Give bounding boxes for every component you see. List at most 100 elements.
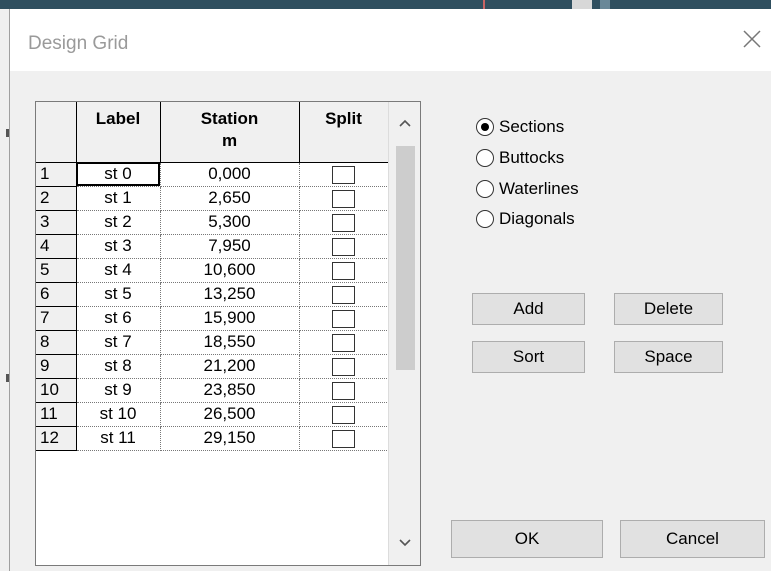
split-checkbox[interactable] xyxy=(332,429,355,448)
station-cell[interactable]: 26,500 xyxy=(160,402,300,427)
split-cell[interactable] xyxy=(299,282,389,307)
label-cell[interactable]: st 10 xyxy=(76,402,161,427)
radio-button[interactable] xyxy=(476,180,494,198)
label-cell[interactable]: st 6 xyxy=(76,306,161,331)
radio-button[interactable] xyxy=(476,149,494,167)
table-row[interactable]: 11st 10 26,500 xyxy=(36,402,389,427)
station-cell[interactable]: 7,950 xyxy=(160,234,300,259)
split-cell[interactable] xyxy=(299,402,389,427)
scroll-thumb[interactable] xyxy=(396,146,415,370)
row-number[interactable]: 10 xyxy=(36,378,77,403)
split-cell[interactable] xyxy=(299,162,389,187)
station-column-header[interactable]: Station m xyxy=(160,102,300,163)
row-number[interactable]: 7 xyxy=(36,306,77,331)
cancel-button[interactable]: Cancel xyxy=(620,520,765,558)
table-row[interactable]: 4st 3 7,950 xyxy=(36,234,389,259)
radio-label: Sections xyxy=(499,117,565,136)
split-cell[interactable] xyxy=(299,306,389,331)
split-checkbox[interactable] xyxy=(332,333,355,352)
row-number[interactable]: 2 xyxy=(36,186,77,211)
grid-header-row: Label Station m Split xyxy=(36,102,389,163)
sort-button[interactable]: Sort xyxy=(472,341,585,373)
split-checkbox[interactable] xyxy=(332,189,355,208)
radio-diagonals[interactable]: Diagonals xyxy=(476,207,575,231)
station-cell[interactable]: 5,300 xyxy=(160,210,300,235)
table-row[interactable]: 1st 0 0,000 xyxy=(36,162,389,187)
table-row[interactable]: 5st 4 10,600 xyxy=(36,258,389,283)
table-row[interactable]: 9st 8 21,200 xyxy=(36,354,389,379)
scroll-down-icon[interactable] xyxy=(397,536,413,548)
label-cell[interactable]: st 9 xyxy=(76,378,161,403)
split-cell[interactable] xyxy=(299,426,389,451)
split-header-text: Split xyxy=(325,109,362,128)
station-cell[interactable]: 29,150 xyxy=(160,426,300,451)
label-column-header[interactable]: Label xyxy=(76,102,161,163)
split-checkbox[interactable] xyxy=(332,381,355,400)
station-cell[interactable]: 15,900 xyxy=(160,306,300,331)
label-cell[interactable]: st 5 xyxy=(76,282,161,307)
split-cell[interactable] xyxy=(299,258,389,283)
row-number[interactable]: 9 xyxy=(36,354,77,379)
row-number[interactable]: 4 xyxy=(36,234,77,259)
table-row[interactable]: 12st 11 29,150 xyxy=(36,426,389,451)
table-row[interactable]: 10st 9 23,850 xyxy=(36,378,389,403)
split-cell[interactable] xyxy=(299,378,389,403)
radio-button[interactable] xyxy=(476,210,494,228)
station-cell[interactable]: 2,650 xyxy=(160,186,300,211)
split-checkbox[interactable] xyxy=(332,357,355,376)
label-cell[interactable]: st 2 xyxy=(76,210,161,235)
ok-button[interactable]: OK xyxy=(451,520,603,558)
split-cell[interactable] xyxy=(299,210,389,235)
grid-scrollbar[interactable] xyxy=(388,102,420,565)
background-window-bar xyxy=(0,0,771,9)
table-row[interactable]: 3st 2 5,300 xyxy=(36,210,389,235)
row-number[interactable]: 11 xyxy=(36,402,77,427)
split-checkbox[interactable] xyxy=(332,285,355,304)
station-cell[interactable]: 13,250 xyxy=(160,282,300,307)
split-checkbox[interactable] xyxy=(332,165,355,184)
split-checkbox[interactable] xyxy=(332,213,355,232)
label-cell[interactable]: st 3 xyxy=(76,234,161,259)
table-row[interactable]: 6st 5 13,250 xyxy=(36,282,389,307)
split-checkbox[interactable] xyxy=(332,309,355,328)
row-number[interactable]: 6 xyxy=(36,282,77,307)
split-checkbox[interactable] xyxy=(332,261,355,280)
station-cell[interactable]: 0,000 xyxy=(160,162,300,187)
delete-button[interactable]: Delete xyxy=(614,293,723,325)
split-cell[interactable] xyxy=(299,330,389,355)
split-checkbox[interactable] xyxy=(332,405,355,424)
table-row[interactable]: 7st 6 15,900 xyxy=(36,306,389,331)
station-cell[interactable]: 10,600 xyxy=(160,258,300,283)
title-bar[interactable]: Design Grid xyxy=(10,9,771,71)
table-row[interactable]: 2st 1 2,650 xyxy=(36,186,389,211)
row-number[interactable]: 3 xyxy=(36,210,77,235)
label-cell[interactable]: st 0 xyxy=(76,162,161,187)
split-cell[interactable] xyxy=(299,354,389,379)
split-cell[interactable] xyxy=(299,234,389,259)
label-cell[interactable]: st 1 xyxy=(76,186,161,211)
split-column-header[interactable]: Split xyxy=(299,102,389,163)
label-cell[interactable]: st 8 xyxy=(76,354,161,379)
label-cell[interactable]: st 4 xyxy=(76,258,161,283)
row-number[interactable]: 1 xyxy=(36,162,77,187)
add-button[interactable]: Add xyxy=(472,293,585,325)
station-grid[interactable]: Label Station m Split 1st 0 0,000 2st 1 2,65… xyxy=(35,101,421,566)
close-icon[interactable] xyxy=(740,27,764,51)
label-cell[interactable]: st 7 xyxy=(76,330,161,355)
split-cell[interactable] xyxy=(299,186,389,211)
row-number[interactable]: 12 xyxy=(36,426,77,451)
table-row[interactable]: 8st 7 18,550 xyxy=(36,330,389,355)
radio-sections[interactable]: Sections xyxy=(476,115,564,139)
radio-waterlines[interactable]: Waterlines xyxy=(476,177,579,201)
space-button[interactable]: Space xyxy=(614,341,723,373)
radio-buttocks[interactable]: Buttocks xyxy=(476,146,564,170)
scroll-up-icon[interactable] xyxy=(397,116,413,128)
station-cell[interactable]: 18,550 xyxy=(160,330,300,355)
station-cell[interactable]: 23,850 xyxy=(160,378,300,403)
row-number[interactable]: 8 xyxy=(36,330,77,355)
label-cell[interactable]: st 11 xyxy=(76,426,161,451)
split-checkbox[interactable] xyxy=(332,237,355,256)
station-cell[interactable]: 21,200 xyxy=(160,354,300,379)
row-number[interactable]: 5 xyxy=(36,258,77,283)
radio-button[interactable] xyxy=(476,118,494,136)
